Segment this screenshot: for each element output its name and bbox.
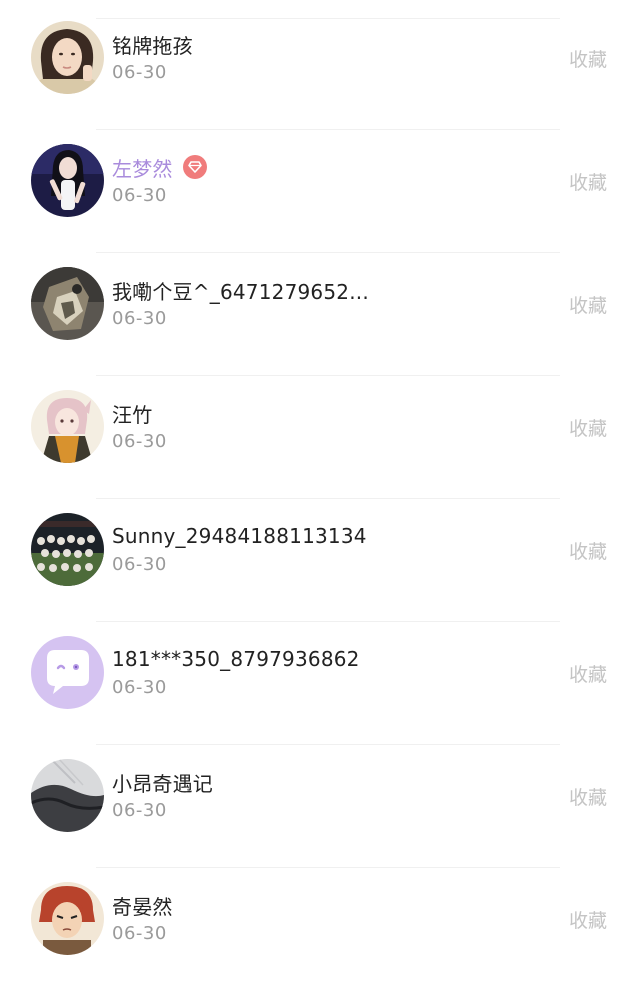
item-date: 06-30 (112, 923, 167, 944)
user-name[interactable]: 左梦然 (112, 153, 173, 182)
vip-diamond-icon (182, 155, 207, 179)
item-date: 06-30 (112, 800, 167, 821)
avatar[interactable] (31, 390, 104, 463)
name-line: 奇晏然 (112, 891, 173, 919)
favorite-button[interactable]: 收藏 (569, 906, 607, 933)
favorite-button[interactable]: 收藏 (569, 168, 607, 195)
item-date: 06-30 (112, 308, 167, 329)
name-line: 左梦然 (112, 153, 207, 181)
name-line: Sunny_29484188113134 (112, 522, 367, 550)
user-name[interactable]: 奇晏然 (112, 891, 173, 920)
list-item[interactable]: 奇晏然 06-30 收藏 (0, 861, 640, 983)
name-line: 小昂奇遇记 (112, 768, 213, 796)
avatar[interactable] (31, 267, 104, 340)
name-line: 181***350_8797936862 (112, 645, 360, 673)
list-item[interactable]: 汪竹 06-30 收藏 (0, 369, 640, 491)
favorite-button[interactable]: 收藏 (569, 783, 607, 810)
user-name[interactable]: 我嘞个豆^_6471279652... (112, 276, 369, 305)
item-date: 06-30 (112, 431, 167, 452)
user-name[interactable]: 铭牌拖孩 (112, 30, 193, 59)
list-item[interactable]: 左梦然 06-30 收藏 (0, 123, 640, 245)
item-date: 06-30 (112, 185, 167, 206)
item-date: 06-30 (112, 677, 167, 698)
user-name[interactable]: Sunny_29484188113134 (112, 524, 367, 548)
item-date: 06-30 (112, 62, 167, 83)
avatar[interactable] (31, 513, 104, 586)
favorite-button[interactable]: 收藏 (569, 291, 607, 318)
user-name[interactable]: 181***350_8797936862 (112, 647, 360, 671)
avatar[interactable] (31, 636, 104, 709)
avatar[interactable] (31, 144, 104, 217)
item-date: 06-30 (112, 554, 167, 575)
list-item[interactable]: 我嘞个豆^_6471279652... 06-30 收藏 (0, 246, 640, 368)
favorite-button[interactable]: 收藏 (569, 660, 607, 687)
avatar[interactable] (31, 882, 104, 955)
name-line: 铭牌拖孩 (112, 30, 193, 58)
user-name[interactable]: 小昂奇遇记 (112, 768, 213, 797)
list-item[interactable]: 铭牌拖孩 06-30 收藏 (0, 0, 640, 122)
favorite-button[interactable]: 收藏 (569, 45, 607, 72)
list-item[interactable]: Sunny_29484188113134 06-30 收藏 (0, 492, 640, 614)
name-line: 汪竹 (112, 399, 152, 427)
user-name[interactable]: 汪竹 (112, 399, 152, 428)
favorite-button[interactable]: 收藏 (569, 537, 607, 564)
list-item[interactable]: 小昂奇遇记 06-30 收藏 (0, 738, 640, 860)
favorite-button[interactable]: 收藏 (569, 414, 607, 441)
name-line: 我嘞个豆^_6471279652... (112, 276, 369, 304)
avatar[interactable] (31, 21, 104, 94)
avatar[interactable] (31, 759, 104, 832)
list-item[interactable]: 181***350_8797936862 06-30 收藏 (0, 615, 640, 737)
